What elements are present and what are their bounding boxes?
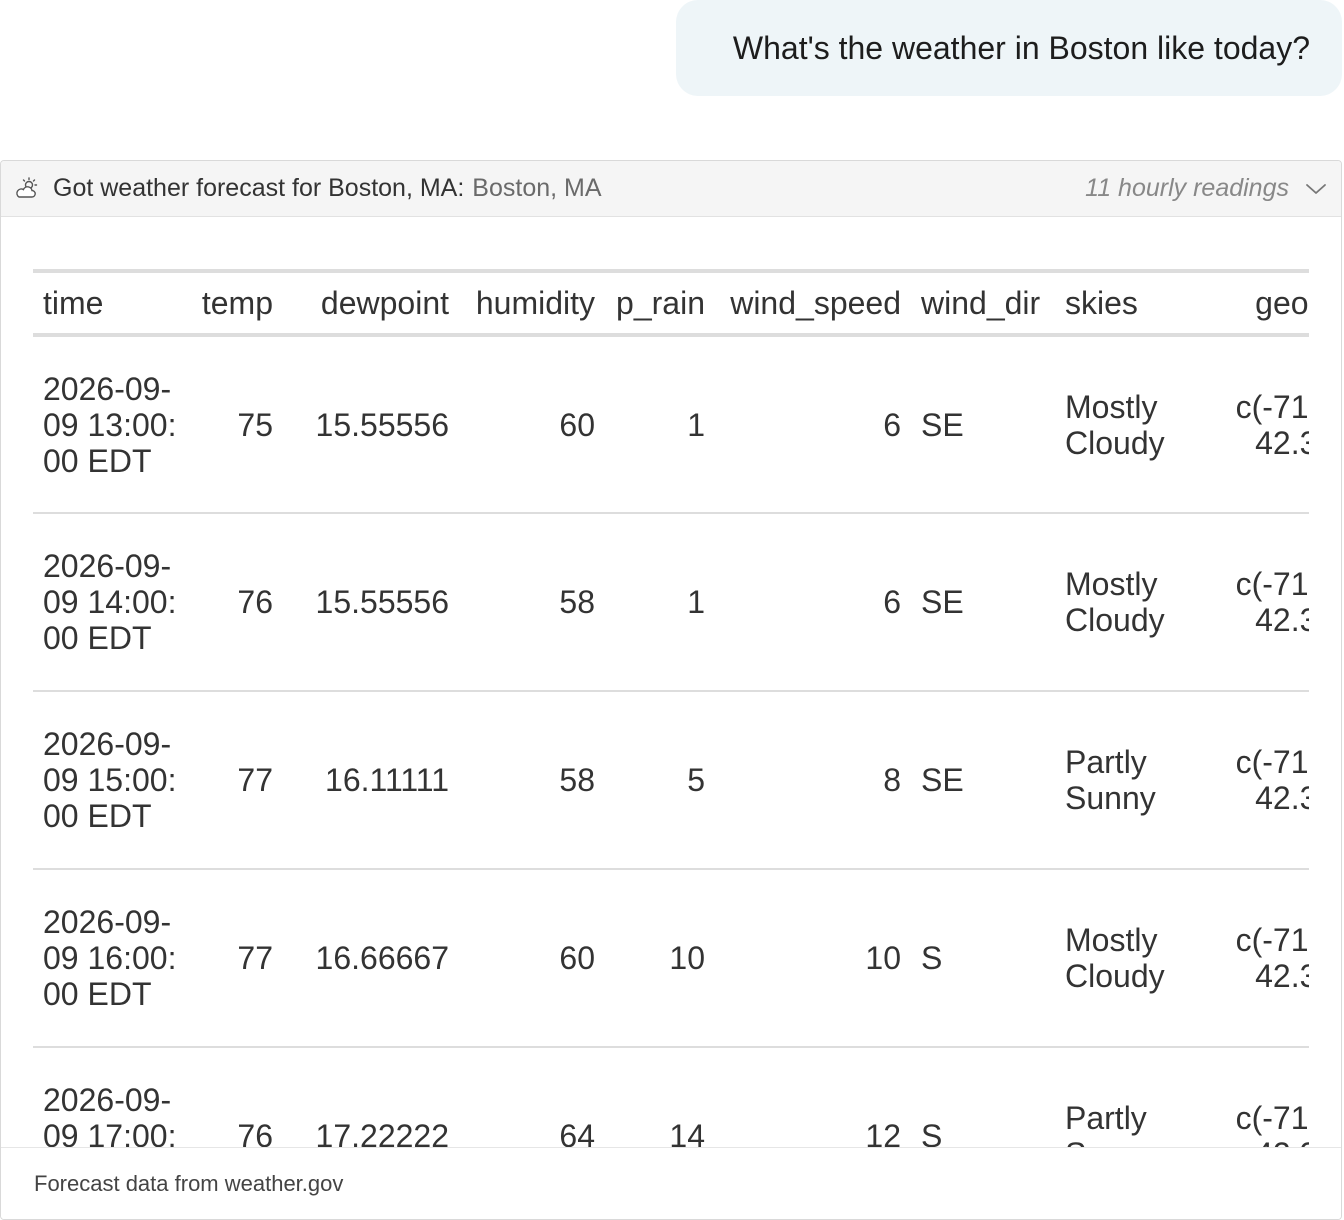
tool-result-card: Got weather forecast for Boston, MA: Bos… <box>0 160 1342 1220</box>
tool-card-footer: Forecast data from weather.gov <box>1 1147 1341 1219</box>
cell-geometry: c(-71.05 42.360 <box>1235 388 1309 461</box>
cell-time: 2026-09-09 16:00:00 EDT <box>43 904 177 1012</box>
cell-wind-speed: 6 <box>883 406 901 443</box>
cell-wind-dir: S <box>921 1118 943 1147</box>
col-header-skies: skies <box>1065 284 1138 321</box>
col-header-humidity: humidity <box>475 284 595 321</box>
cell-wind-speed: 8 <box>883 762 901 798</box>
chat-page: What's the weather in Boston like today?… <box>0 0 1344 1220</box>
cell-temp: 75 <box>237 406 273 443</box>
cell-p-rain: 5 <box>687 762 705 798</box>
cell-humidity: 58 <box>559 584 595 620</box>
data-source-note: Forecast data from weather.gov <box>34 1170 344 1196</box>
table-body: 2026-09-09 13:00:00 EDT 75 15.55556 60 1 6 SE M… <box>33 335 1309 1147</box>
cell-dewpoint: 16.11111 <box>325 762 449 798</box>
table-row: 2026-09-09 16:00:00 EDT 77 16.66667 60 10 10 S… <box>33 869 1309 1047</box>
table-row: 2026-09-09 17:00:00 EDT 76 17.22222 64 14 12 S… <box>33 1047 1309 1147</box>
cell-wind-dir: SE <box>921 406 964 443</box>
cell-time: 2026-09-09 13:00:00 EDT <box>43 370 177 479</box>
cell-p-rain: 1 <box>687 406 705 443</box>
cell-humidity: 60 <box>559 940 595 976</box>
cell-time: 2026-09-09 14:00:00 EDT <box>43 548 177 656</box>
cell-dewpoint: 15.55556 <box>315 584 449 620</box>
cell-wind-speed: 12 <box>865 1118 901 1147</box>
cell-humidity: 64 <box>559 1118 595 1147</box>
user-message-text: What's the weather in Boston like today? <box>732 29 1310 66</box>
col-header-wind-speed: wind_speed <box>730 284 901 321</box>
cell-skies: Mostly Cloudy <box>1065 566 1165 638</box>
cell-humidity: 58 <box>559 762 595 798</box>
cell-dewpoint: 15.55556 <box>315 406 449 443</box>
cell-humidity: 60 <box>559 406 595 443</box>
col-header-geometry: geome <box>1255 284 1309 321</box>
readings-count: 11 hourly readings <box>1085 174 1289 202</box>
table-header-row: time temp dewpoint humidity p_rain wind_… <box>33 271 1309 335</box>
cell-skies: Mostly Cloudy <box>1065 388 1165 461</box>
cell-p-rain: 10 <box>669 940 705 976</box>
tool-card-title: Got weather forecast for Boston, MA: <box>53 174 465 202</box>
tool-card-subtitle: Boston, MA <box>472 174 602 202</box>
cell-skies: Partly Sunny <box>1065 744 1156 816</box>
user-message-bubble: What's the weather in Boston like today? <box>676 0 1342 96</box>
cell-wind-dir: S <box>921 940 943 976</box>
col-header-time: time <box>43 284 104 321</box>
cell-temp: 76 <box>237 584 273 620</box>
cell-wind-dir: SE <box>921 584 964 620</box>
forecast-table-scroll[interactable]: time temp dewpoint humidity p_rain wind_… <box>33 269 1309 1147</box>
cell-p-rain: 14 <box>669 1118 705 1147</box>
cell-geometry: c(-71.05 42.360 <box>1235 744 1309 816</box>
cell-wind-speed: 10 <box>865 940 901 976</box>
cell-temp: 77 <box>237 762 273 798</box>
cell-skies: Mostly Cloudy <box>1065 922 1165 994</box>
chevron-down-icon[interactable] <box>1303 176 1329 202</box>
col-header-wind-dir: wind_dir <box>921 284 1041 321</box>
cell-skies: Partly Sunny <box>1065 1100 1156 1147</box>
cell-geometry: c(-71.05 42.360 <box>1235 1100 1309 1147</box>
col-header-p-rain: p_rain <box>616 284 705 321</box>
cell-temp: 77 <box>237 940 273 976</box>
cell-temp: 76 <box>237 1118 273 1147</box>
cell-wind-dir: SE <box>921 762 964 798</box>
cell-dewpoint: 17.22222 <box>315 1118 449 1147</box>
cell-geometry: c(-71.05 42.360 <box>1235 566 1309 638</box>
table-row: 2026-09-09 14:00:00 EDT 76 15.55556 58 1 6 SE M… <box>33 513 1309 691</box>
tool-card-header[interactable]: Got weather forecast for Boston, MA: Bos… <box>1 161 1341 217</box>
col-header-temp: temp <box>201 284 273 321</box>
cell-wind-speed: 6 <box>883 584 901 620</box>
forecast-table: time temp dewpoint humidity p_rain wind_… <box>33 269 1309 1147</box>
table-row: 2026-09-09 13:00:00 EDT 75 15.55556 60 1 6 SE M… <box>33 335 1309 513</box>
cell-time: 2026-09-09 17:00:00 EDT <box>43 1082 177 1147</box>
cell-time: 2026-09-09 15:00:00 EDT <box>43 726 177 834</box>
partly-cloudy-icon <box>13 175 41 203</box>
cell-p-rain: 1 <box>687 584 705 620</box>
col-header-dewpoint: dewpoint <box>320 284 449 321</box>
table-row: 2026-09-09 15:00:00 EDT 77 16.11111 58 5 8 SE P… <box>33 691 1309 869</box>
cell-dewpoint: 16.66667 <box>315 940 449 976</box>
cell-geometry: c(-71.05 42.360 <box>1235 922 1309 994</box>
